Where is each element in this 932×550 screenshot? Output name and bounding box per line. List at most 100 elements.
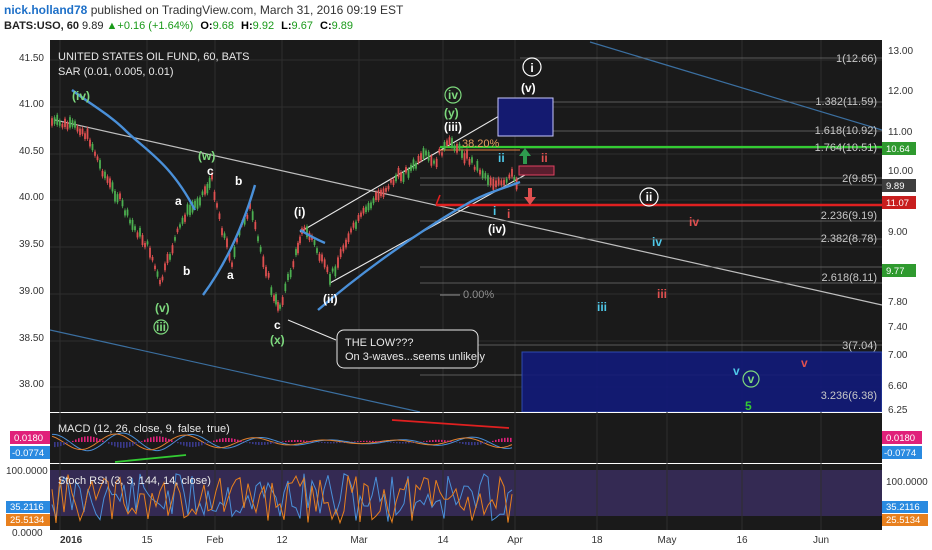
candle-body (119, 193, 121, 199)
candle-body (284, 283, 287, 292)
macd-histogram-bar (441, 439, 443, 442)
macd-histogram-bar (408, 442, 410, 444)
macd-histogram-bar (327, 442, 329, 444)
svg-text:7.80: 7.80 (888, 297, 908, 308)
candle-body (221, 228, 223, 236)
candle-body (415, 162, 417, 169)
wave-5-green: 5 (745, 399, 752, 413)
candle-body (422, 148, 425, 159)
macd-histogram-bar (432, 440, 434, 442)
wave-iii-red: iii (657, 287, 667, 301)
candle-body (226, 238, 228, 248)
fib-label-3236: 3.236(6.38) (821, 390, 877, 402)
svg-text:18: 18 (591, 535, 603, 546)
candle-body (169, 254, 171, 260)
macd-histogram-bar (93, 436, 95, 442)
macd-histogram-bar (96, 437, 98, 442)
candle-body (387, 185, 390, 190)
macd-histogram-bar (177, 442, 179, 444)
candle-body (513, 176, 516, 181)
macd-histogram-bar (342, 442, 344, 443)
candle-body (101, 170, 104, 177)
fib-label-0: 0.00% (463, 289, 494, 301)
candle-body (139, 227, 141, 237)
macd-histogram-bar (459, 442, 461, 444)
candle-body (156, 271, 159, 277)
svg-text:10.64: 10.64 (886, 144, 910, 155)
candle-body (435, 158, 438, 168)
candle-body (299, 236, 301, 244)
stoch-left-value-1: 35.2116 (10, 502, 44, 513)
wave-i-red: i (507, 207, 510, 221)
macd-histogram-bar (339, 442, 341, 444)
svg-text:14: 14 (437, 535, 449, 546)
pink-zone-box (518, 165, 555, 176)
candle-body (425, 150, 427, 156)
candle-body (295, 249, 297, 256)
macd-histogram-bar (117, 442, 119, 448)
wave-i-circled: i (530, 61, 533, 75)
candle-body (395, 174, 397, 182)
wave-ii-paren: (ii) (323, 292, 338, 306)
macd-histogram-bar (363, 440, 365, 442)
svg-text:41.50: 41.50 (19, 53, 44, 64)
time-axis (0, 530, 932, 550)
candle-body (281, 297, 284, 305)
candle-body (292, 261, 295, 268)
candle-body (124, 210, 126, 216)
svg-text:6.25: 6.25 (888, 405, 908, 416)
candle-body (458, 143, 461, 150)
candle-body (213, 191, 216, 201)
stoch-right-value-1: 35.2116 (886, 502, 920, 513)
macd-histogram-bar (231, 438, 233, 442)
macd-histogram-bar (198, 442, 200, 447)
wave-v-red: v (801, 356, 808, 370)
macd-histogram-bar (402, 442, 404, 444)
candle-body (151, 256, 154, 261)
macd-histogram-bar (444, 440, 446, 442)
wave-c-1: c (207, 164, 214, 178)
candle-body (500, 180, 503, 185)
macd-histogram-bar (378, 441, 380, 442)
chart-title: UNITED STATES OIL FUND, 60, BATS (58, 51, 250, 63)
macd-histogram-bar (102, 440, 104, 442)
candle-body (204, 186, 206, 195)
macd-histogram-bar (168, 438, 170, 442)
macd-histogram-bar (498, 438, 500, 442)
chart-canvas[interactable]: THE LOW??? On 3-waves...seems unlikely U… (0, 0, 932, 550)
macd-histogram-bar (252, 442, 254, 445)
macd-histogram-bar (75, 439, 77, 442)
macd-histogram-bar (366, 440, 368, 442)
candle-body (129, 219, 131, 224)
candle-body (116, 194, 119, 203)
macd-histogram-bar (216, 439, 218, 442)
macd-left-value-2: -0.0774 (12, 448, 44, 459)
candle-body (201, 191, 204, 196)
annotation-callout[interactable]: THE LOW??? On 3-waves...seems unlikely (336, 329, 485, 369)
wave-ii-cyan: ii (498, 151, 505, 165)
candle-body (184, 214, 186, 222)
wave-i-cyan: i (493, 204, 496, 218)
candle-body (267, 273, 270, 278)
candle-body (397, 167, 400, 178)
candle-body (316, 248, 318, 253)
svg-text:41.00: 41.00 (19, 99, 44, 110)
candle-body (262, 256, 265, 268)
candle-body (218, 213, 221, 219)
macd-histogram-bar (192, 442, 194, 448)
candle-body (456, 144, 458, 153)
candle-body (385, 187, 387, 192)
wave-ii-circled: ii (646, 190, 653, 204)
candle-body (511, 168, 513, 177)
candle-body (339, 249, 342, 258)
macd-histogram-bar (300, 440, 302, 442)
candle-body (443, 142, 446, 150)
candle-body (303, 226, 306, 231)
macd-histogram-bar (303, 440, 305, 442)
candle-body (481, 170, 484, 179)
macd-histogram-bar (204, 442, 206, 445)
target-zone-box (521, 351, 882, 412)
macd-histogram-bar (435, 439, 437, 442)
svg-text:Feb: Feb (206, 535, 224, 546)
candle-body (91, 143, 94, 151)
